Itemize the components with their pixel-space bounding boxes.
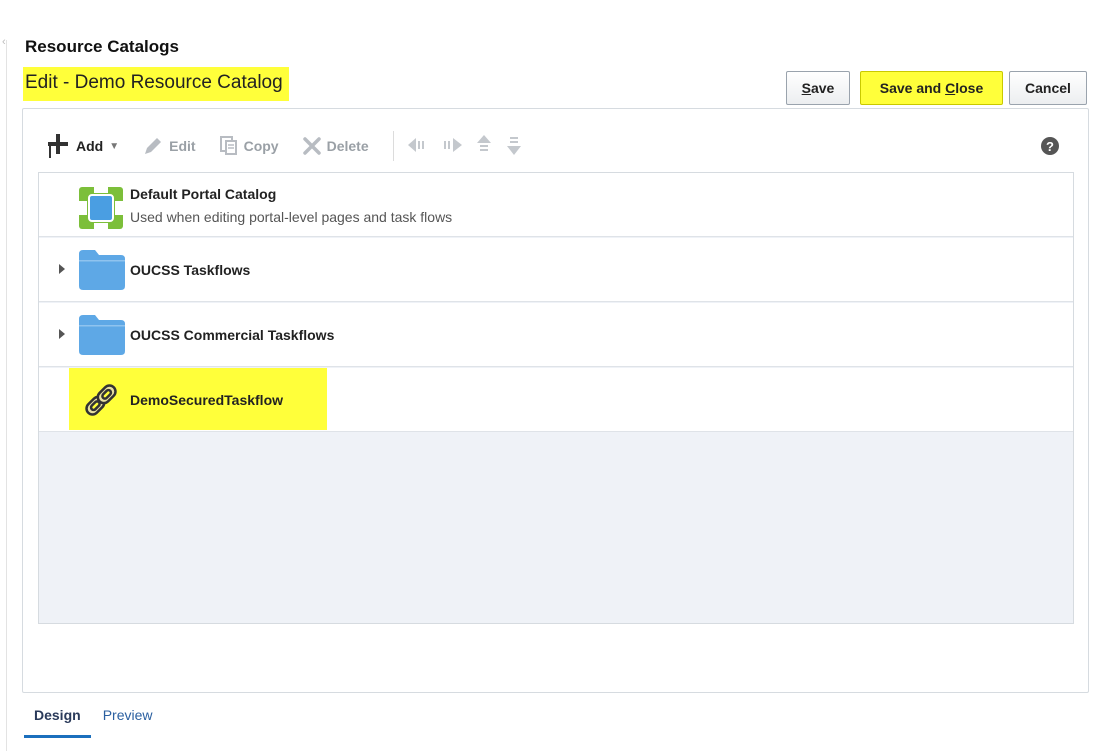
cancel-button[interactable]: Cancel [1009, 71, 1087, 105]
tree-row-default-portal-catalog[interactable]: Default Portal Catalog Used when editing… [39, 173, 1073, 237]
expand-arrow-icon[interactable] [59, 329, 65, 339]
copy-label: Copy [243, 138, 279, 154]
tree-item-name: DemoSecuredTaskflow [130, 392, 284, 408]
move-left-icon[interactable] [407, 137, 428, 156]
tree-item-description: Used when editing portal-level pages and… [130, 209, 453, 225]
toolbar-divider [392, 131, 394, 161]
page-title: Edit - Demo Resource Catalog [23, 67, 289, 101]
tree-item-name: OUCSS Taskflows [130, 262, 251, 278]
bottom-tabs: Design Preview [24, 704, 164, 738]
add-button[interactable]: Add ▼ [48, 133, 119, 159]
catalog-toolbar: Add ▼ Edit Copy Delete [48, 128, 1068, 164]
add-label: Add [76, 138, 104, 154]
move-up-icon[interactable] [476, 134, 492, 158]
catalog-tree: Default Portal Catalog Used when editing… [38, 172, 1074, 624]
link-icon [81, 380, 121, 425]
tree-item-name: OUCSS Commercial Taskflows [130, 327, 335, 343]
move-down-icon[interactable] [506, 135, 522, 158]
delete-button[interactable]: Delete [302, 137, 369, 155]
save-button-accesskey: S [801, 80, 811, 96]
add-icon [48, 133, 70, 159]
catalog-icon [79, 187, 123, 234]
edit-label: Edit [169, 138, 196, 154]
delete-x-icon [302, 137, 321, 155]
expand-arrow-icon[interactable] [59, 264, 65, 274]
pencil-icon [143, 137, 163, 155]
collapse-chevron-icon[interactable]: ‹ [2, 36, 6, 48]
tree-row-oucss-commercial-taskflows[interactable]: OUCSS Commercial Taskflows [39, 303, 1073, 367]
folder-icon [79, 250, 125, 295]
section-title: Resource Catalogs [25, 37, 179, 56]
tab-preview[interactable]: Preview [91, 704, 165, 738]
folder-icon [79, 315, 125, 360]
tab-design[interactable]: Design [24, 704, 91, 738]
save-and-close-accesskey: C [945, 80, 956, 96]
left-divider [6, 40, 7, 751]
save-button[interactable]: Save [786, 71, 850, 105]
save-and-close-button[interactable]: Save and Close [860, 71, 1003, 105]
save-button-label: ave [810, 80, 835, 96]
save-and-close-label-prefix: Save and [879, 80, 946, 96]
copy-button[interactable]: Copy [219, 136, 279, 156]
tree-row-oucss-taskflows[interactable]: OUCSS Taskflows [39, 238, 1073, 302]
delete-label: Delete [326, 138, 369, 154]
tree-item-name: Default Portal Catalog [130, 186, 277, 202]
move-right-icon[interactable] [442, 137, 462, 156]
copy-icon [219, 136, 238, 156]
edit-button[interactable]: Edit [143, 137, 196, 155]
save-and-close-label-rest: lose [955, 80, 984, 96]
help-icon[interactable]: ? [1041, 137, 1059, 155]
chevron-down-icon: ▼ [109, 140, 120, 152]
tree-row-demo-secured-taskflow[interactable]: DemoSecuredTaskflow [39, 368, 1073, 432]
